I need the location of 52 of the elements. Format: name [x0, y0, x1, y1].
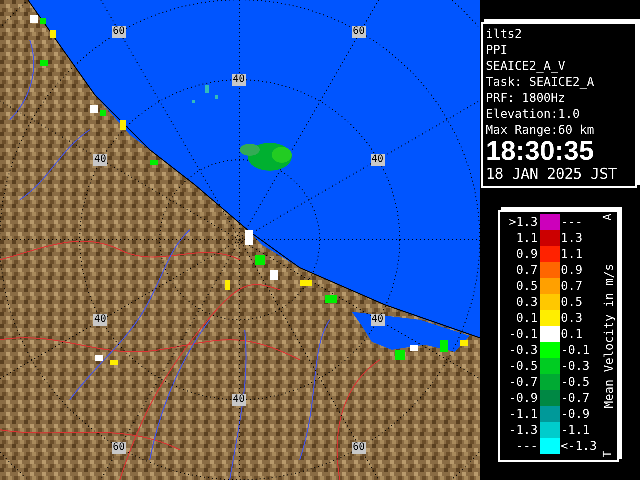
range-label: 40 [232, 74, 246, 86]
legend-value: <-1.3 [560, 439, 598, 453]
range-label: 40 [93, 314, 108, 326]
legend-value: 0.7 [560, 279, 584, 293]
legend-value: 0.1 [560, 327, 584, 341]
legend-value: 0.3 [515, 295, 539, 309]
legend-mark: A [600, 214, 616, 221]
legend-value: 0.9 [560, 263, 584, 277]
legend-value: -1.1 [508, 407, 539, 421]
legend-value: 0.5 [515, 279, 539, 293]
legend-value: -0.5 [508, 359, 539, 373]
range-label: 60 [352, 442, 366, 454]
legend-value: 1.1 [560, 247, 584, 261]
legend-value: 0.5 [560, 295, 584, 309]
range-label: 40 [232, 394, 246, 406]
legend-value: -0.9 [560, 407, 591, 421]
legend-value: -0.5 [560, 375, 591, 389]
range-label: 40 [370, 154, 385, 166]
range-label: 60 [352, 26, 366, 38]
time-text: 18:30:35 [486, 138, 596, 164]
legend-value: -0.3 [508, 343, 539, 357]
info-text: Elevation:1.0 [486, 106, 581, 122]
range-label: 60 [112, 26, 126, 38]
legend-value: -0.9 [508, 391, 539, 405]
range-label: 40 [93, 154, 108, 166]
legend-value: >1.3 [508, 215, 539, 229]
range-label: 60 [112, 442, 126, 454]
info-text: Max Range:60 km [486, 122, 596, 138]
legend-title: Mean Velocity in m/s [600, 264, 616, 408]
info-text: Task: SEAICE2_A [486, 74, 596, 90]
date-text: 18 JAN 2025 JST [486, 164, 618, 184]
legend-value: -1.3 [508, 423, 539, 437]
legend-value: 0.1 [515, 311, 539, 325]
legend-value: -0.3 [560, 359, 591, 373]
legend-value: -0.1 [508, 327, 539, 341]
range-label: 40 [370, 314, 385, 326]
info-text: PRF: 1800Hz [486, 90, 566, 106]
legend-value: 0.3 [560, 311, 584, 325]
legend-value: 0.7 [515, 263, 539, 277]
info-text: SEAICE2_A_V [486, 58, 566, 74]
legend-mark: T [600, 451, 616, 458]
legend-value: -0.7 [560, 391, 591, 405]
legend-value: -0.7 [508, 375, 539, 389]
info-text: ilts2 [486, 26, 524, 42]
info-text: PPI [486, 42, 509, 58]
legend-value: 0.9 [515, 247, 539, 261]
legend-value: 1.3 [560, 231, 584, 245]
legend-value: 1.1 [515, 231, 539, 245]
legend-value: --- [515, 439, 539, 453]
legend-value: -0.1 [560, 343, 591, 357]
legend-value: -1.1 [560, 423, 591, 437]
legend-value: --- [560, 215, 584, 229]
